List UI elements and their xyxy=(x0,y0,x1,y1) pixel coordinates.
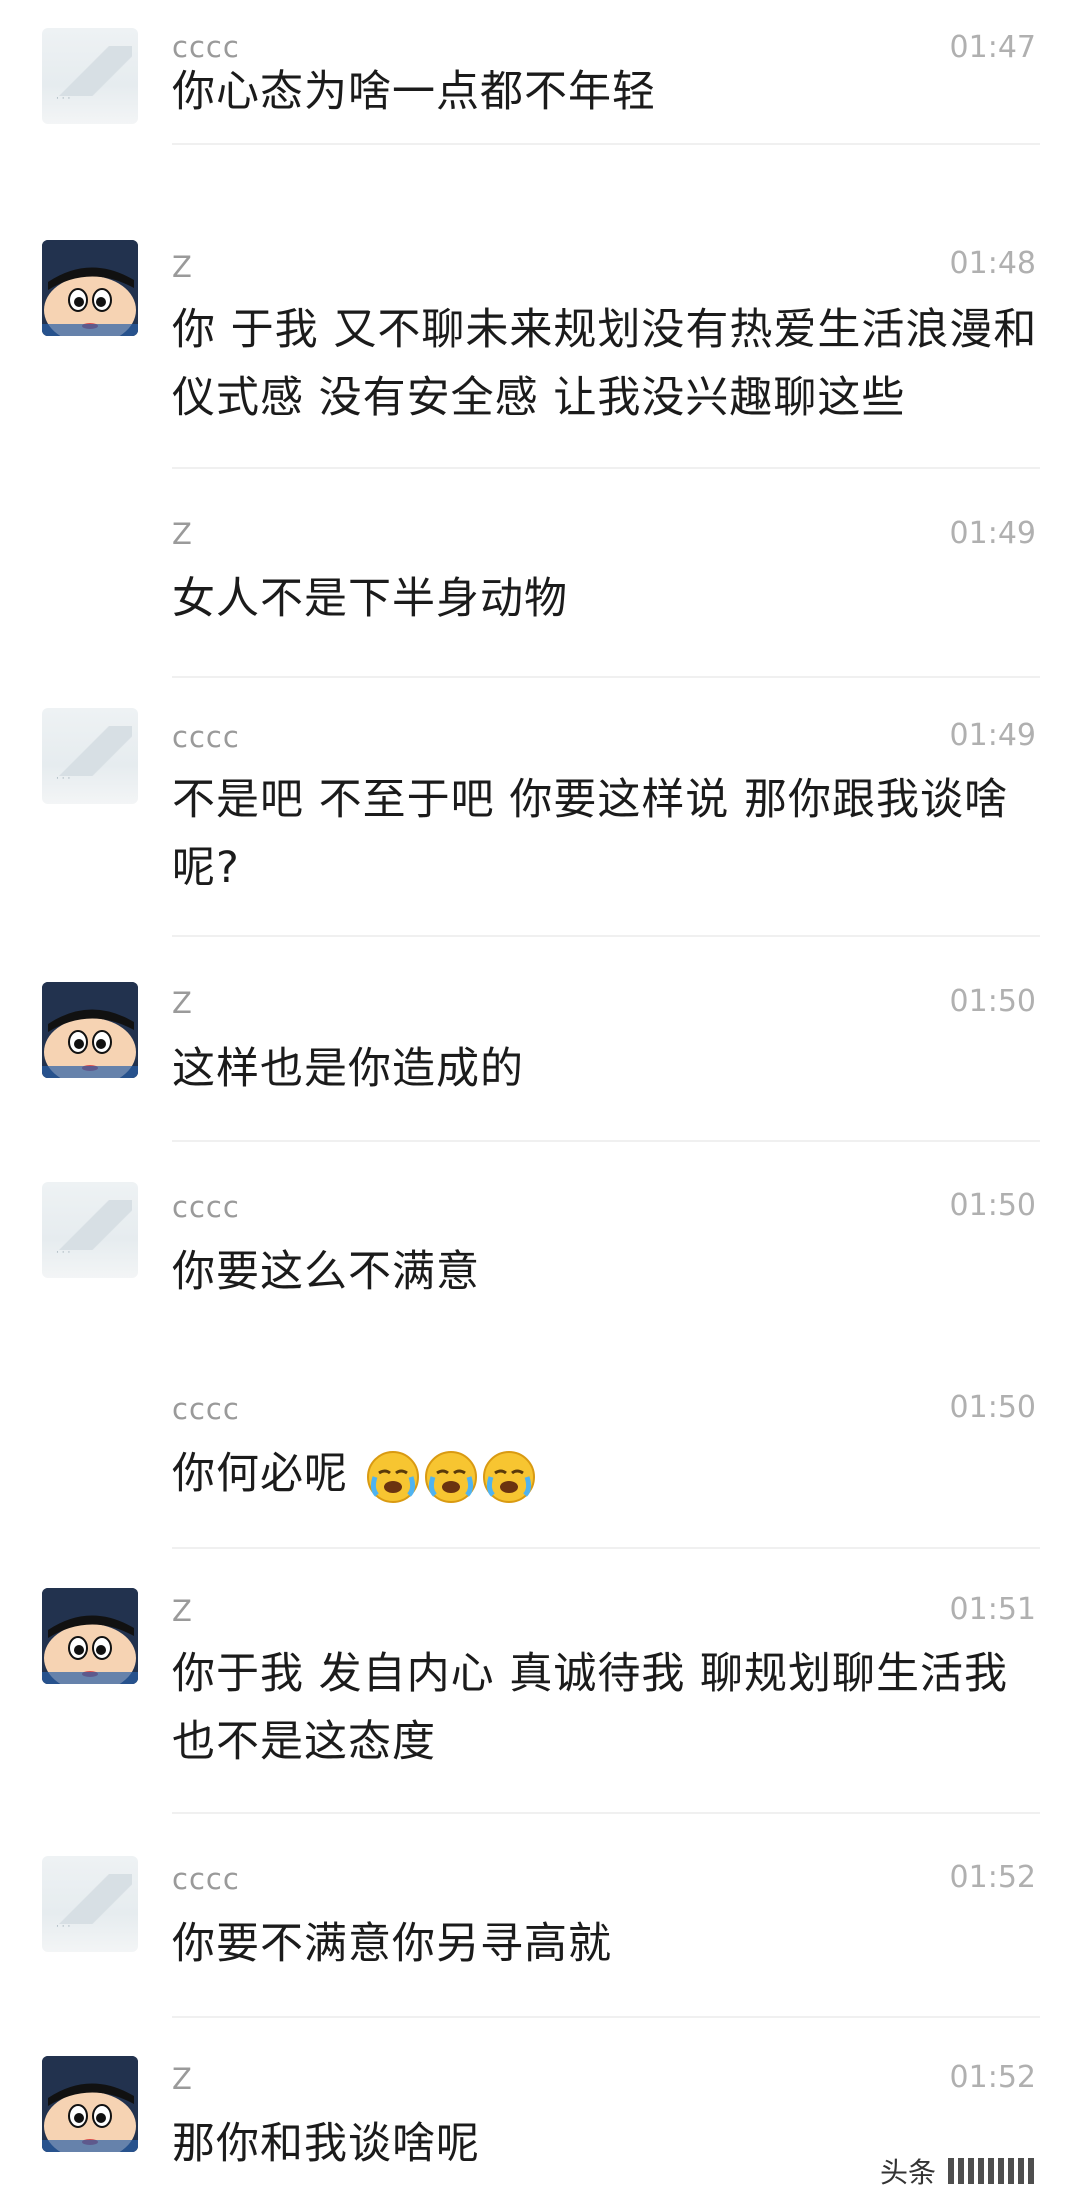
sender-name: Z xyxy=(172,1594,193,1628)
message-time: 01:52 xyxy=(949,1860,1036,1895)
avatar[interactable] xyxy=(42,2056,138,2152)
sender-name: Z xyxy=(172,986,193,1020)
avatar[interactable]: · · · xyxy=(42,28,138,124)
avatar[interactable] xyxy=(42,240,138,336)
message-text: 你 于我 又不聊未来规划没有热爱生活浪漫和仪式感 没有安全感 让我没兴趣聊这些 xyxy=(172,305,1038,423)
watermark-label: 头条 xyxy=(879,2156,936,2189)
crying-face-icon xyxy=(424,1450,477,1503)
message-text: 不是吧 不至于吧 你要这样说 那你跟我谈啥呢? xyxy=(172,775,1009,893)
sender-name: cccc xyxy=(172,1392,240,1426)
sender-name: cccc xyxy=(172,1190,240,1224)
avatar[interactable] xyxy=(42,982,138,1078)
avatar[interactable]: · · · xyxy=(42,1182,138,1278)
message-text: 你于我 发自内心 真诚待我 聊规划聊生活我也不是这态度 xyxy=(172,1649,1009,1767)
message-time: 01:52 xyxy=(949,2060,1036,2095)
message-text-content: 你何必呢 xyxy=(172,1449,348,1499)
sender-name: Z xyxy=(172,517,193,551)
message-time: 01:50 xyxy=(949,1188,1036,1223)
avatar[interactable]: · · · xyxy=(42,1856,138,1952)
message-text: 你心态为啥一点都不年轻 xyxy=(172,67,656,117)
avatar[interactable]: · · · xyxy=(42,708,138,804)
message-text: 女人不是下半身动物 xyxy=(172,574,568,624)
message-time: 01:49 xyxy=(949,516,1036,551)
divider xyxy=(172,1547,1040,1549)
divider xyxy=(172,1140,1040,1142)
message-time: 01:48 xyxy=(949,246,1036,281)
message-text: 你要这么不满意 xyxy=(172,1247,480,1297)
message-time: 01:50 xyxy=(949,984,1036,1019)
source-watermark: 头条 xyxy=(869,2148,1048,2194)
shinchan-avatar-icon xyxy=(42,2056,138,2152)
divider xyxy=(172,676,1040,678)
crying-face-icon xyxy=(366,1450,419,1503)
message-text: 这样也是你造成的 xyxy=(172,1044,524,1094)
sender-name: Z xyxy=(172,250,193,284)
sender-name: cccc xyxy=(172,1862,240,1896)
divider xyxy=(172,1812,1040,1814)
crying-face-icon xyxy=(482,1450,535,1503)
divider xyxy=(172,467,1040,469)
shinchan-avatar-icon xyxy=(42,240,138,336)
shinchan-avatar-icon xyxy=(42,982,138,1078)
message-time: 01:51 xyxy=(949,1592,1036,1627)
message-text: 你要不满意你另寻高就 xyxy=(172,1919,612,1969)
sender-name: cccc xyxy=(172,720,240,754)
shinchan-avatar-icon xyxy=(42,1588,138,1684)
divider xyxy=(172,143,1040,145)
chat-history: · · · cccc 01:47 你心态为啥一点都不年轻 Z 01:48 你 于… xyxy=(0,0,1080,2208)
message-time: 01:50 xyxy=(949,1390,1036,1425)
divider xyxy=(172,935,1040,937)
sender-name: Z xyxy=(172,2062,193,2096)
avatar[interactable] xyxy=(42,1588,138,1684)
message-text: 你何必呢 xyxy=(172,1440,1042,1508)
divider xyxy=(172,2016,1040,2018)
message-time: 01:49 xyxy=(949,718,1036,753)
watermark-blur xyxy=(948,2158,1038,2184)
